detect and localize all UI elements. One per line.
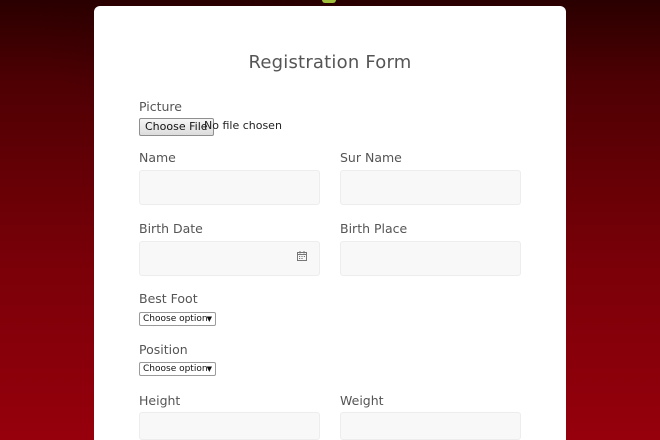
- height-label: Height: [139, 393, 181, 408]
- form-title: Registration Form: [248, 52, 412, 73]
- weight-label: Weight: [340, 393, 384, 408]
- file-status: No file chosen: [204, 119, 282, 132]
- best-foot-value: Choose option: [143, 314, 208, 324]
- chevron-down-icon: ▼: [206, 365, 212, 373]
- surname-label: Sur Name: [340, 150, 402, 165]
- birth-date-input[interactable]: [139, 241, 320, 276]
- birth-date-label: Birth Date: [139, 221, 203, 236]
- birth-place-input[interactable]: [340, 241, 521, 276]
- best-foot-select[interactable]: Choose option ▼: [139, 312, 216, 326]
- picture-label: Picture: [139, 99, 182, 114]
- calendar-icon[interactable]: [297, 251, 307, 261]
- chevron-down-icon: ▼: [206, 315, 212, 323]
- name-input[interactable]: [139, 170, 320, 205]
- surname-input[interactable]: [340, 170, 521, 205]
- position-value: Choose option: [143, 364, 208, 374]
- name-label: Name: [139, 150, 176, 165]
- logo-fragment: [322, 0, 336, 3]
- position-select[interactable]: Choose option ▼: [139, 362, 216, 376]
- choose-file-button[interactable]: Choose File: [139, 118, 214, 136]
- birth-place-label: Birth Place: [340, 221, 408, 236]
- registration-card: Registration Form Picture Choose File No…: [94, 6, 566, 440]
- height-input[interactable]: [139, 412, 320, 440]
- best-foot-label: Best Foot: [139, 291, 198, 306]
- position-label: Position: [139, 342, 188, 357]
- weight-input[interactable]: [340, 412, 521, 440]
